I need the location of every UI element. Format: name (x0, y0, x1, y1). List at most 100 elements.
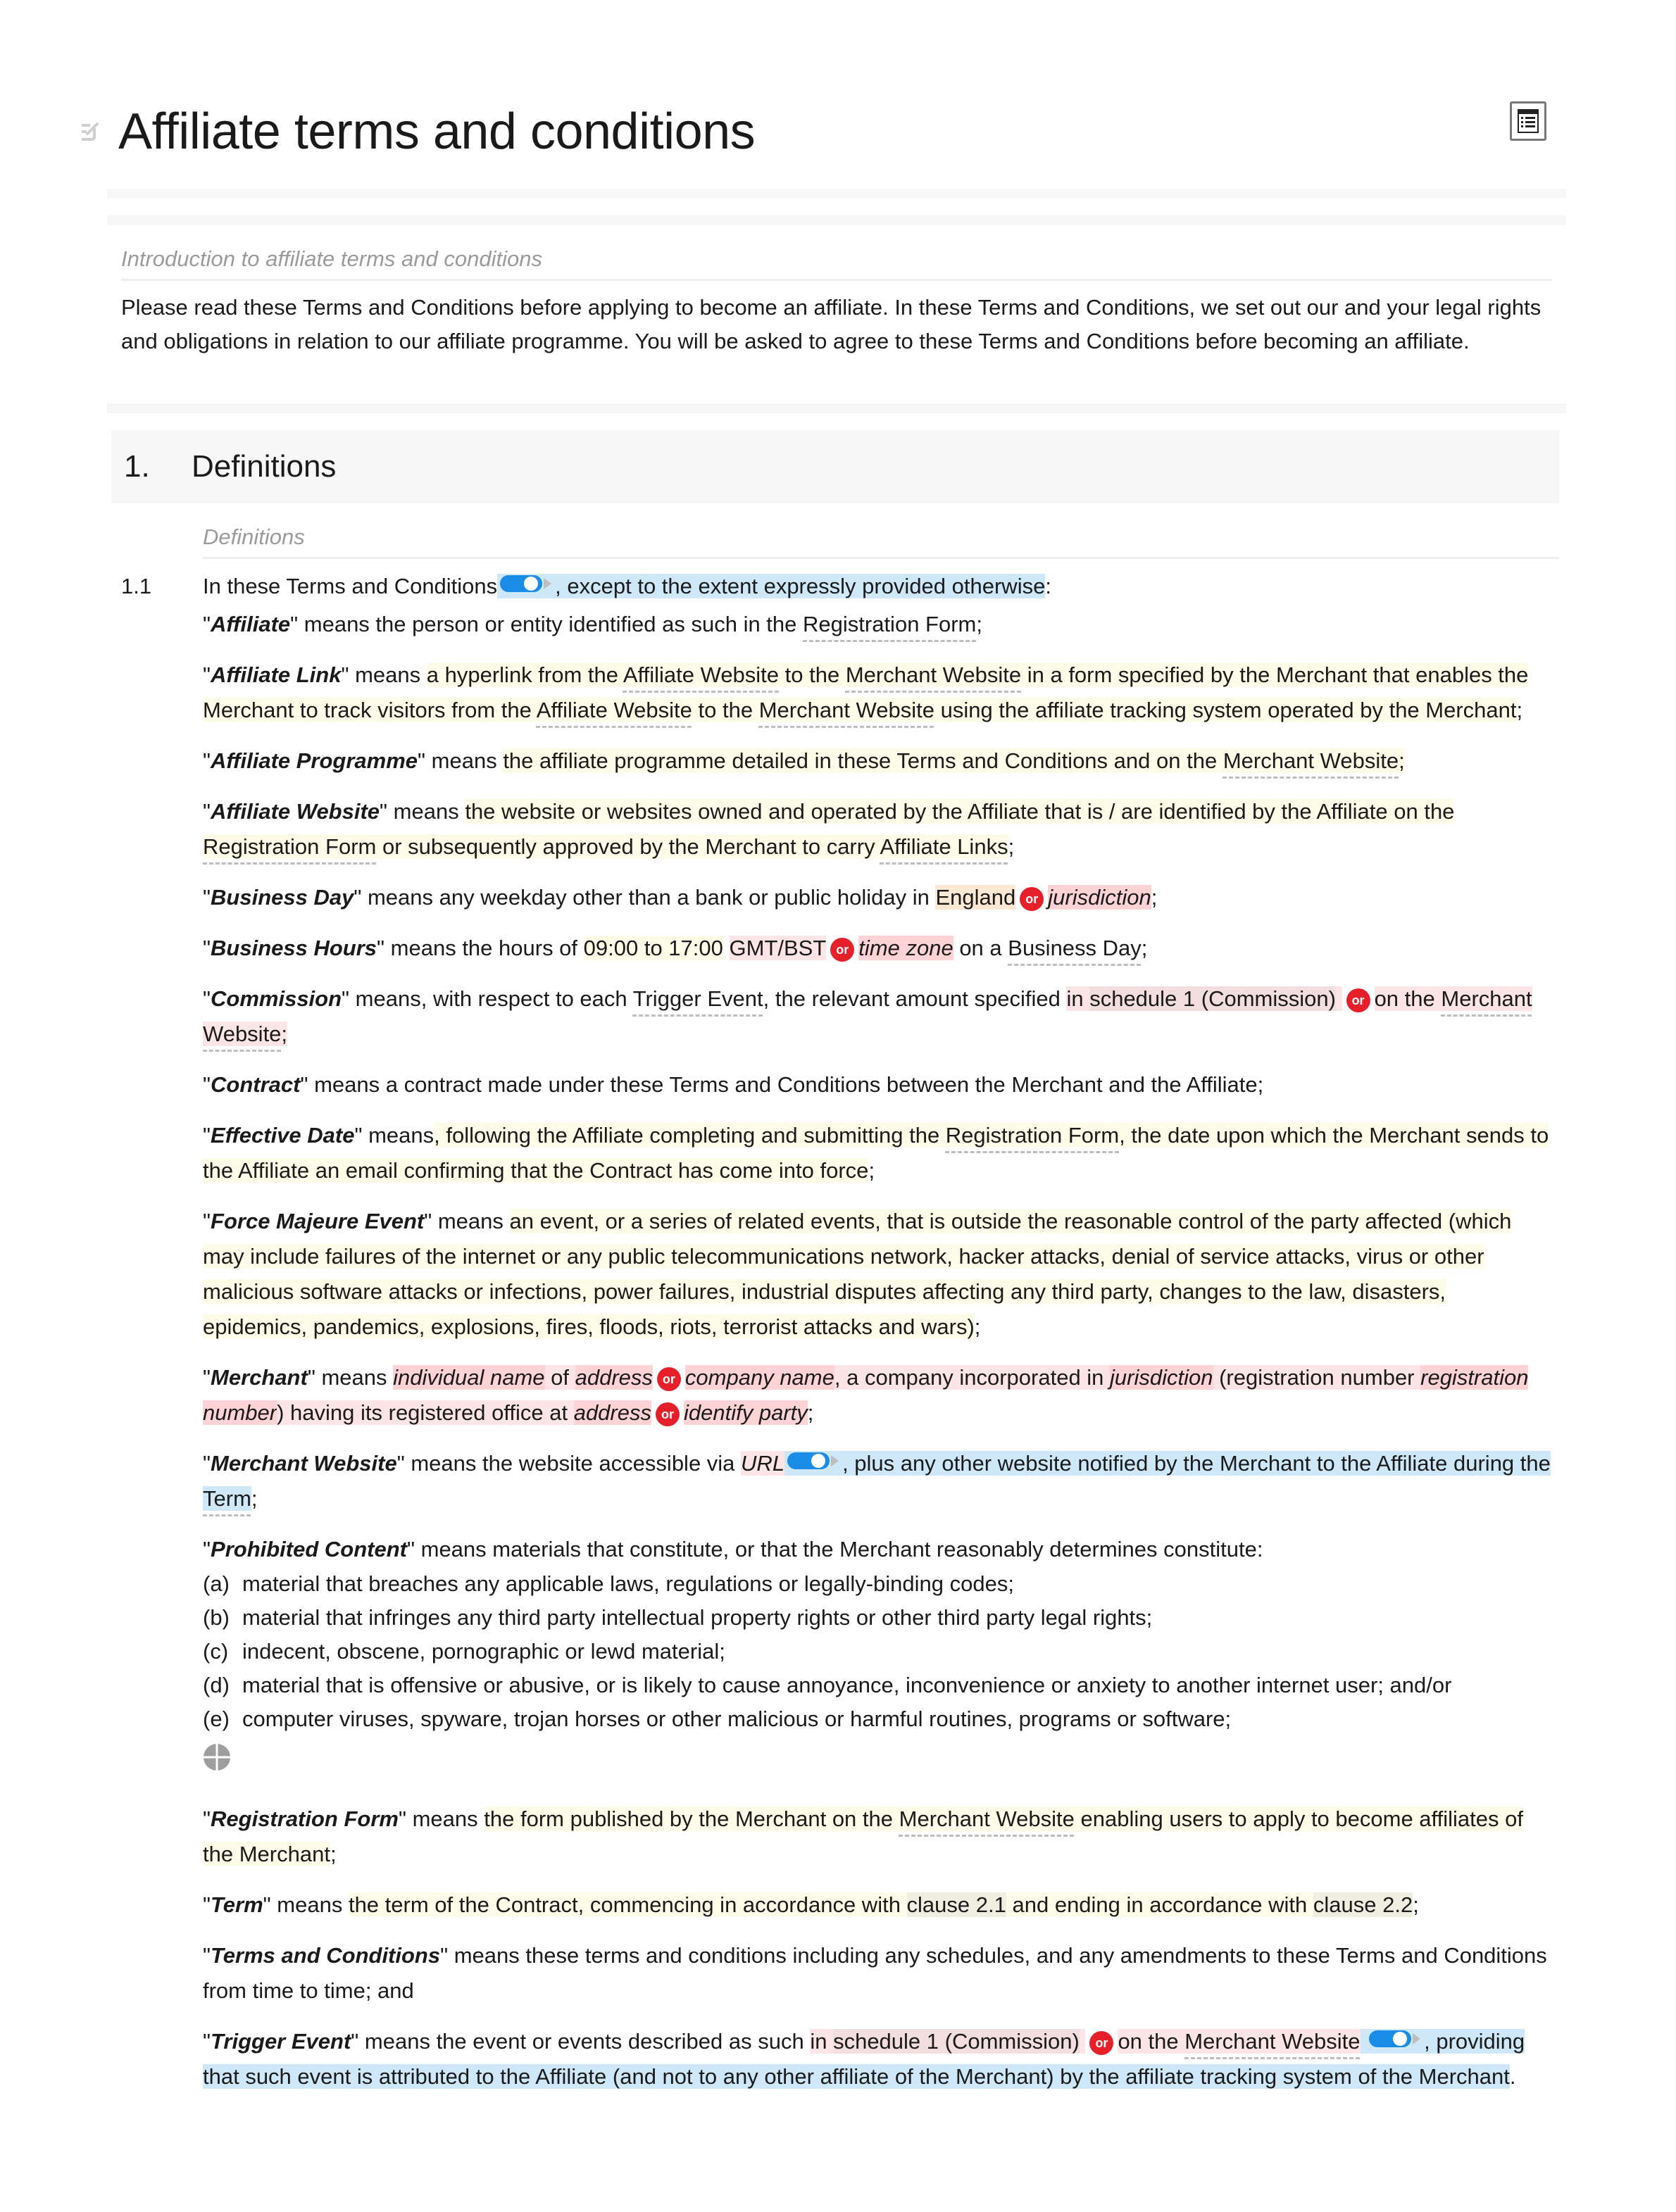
definition-affiliate-programme: "Affiliate Programme" means the affiliat… (203, 748, 1405, 773)
term-reference[interactable]: Merchant Website (759, 698, 934, 722)
term-reference[interactable]: Term (203, 1486, 251, 1511)
option-value[interactable]: in schedule 1 (Commission) (810, 2029, 1086, 2054)
section-heading: 1. Definitions (111, 430, 1559, 503)
definition-terms-and-conditions: "Terms and Conditions" means these terms… (203, 1943, 1547, 2003)
defined-term: Commission (211, 986, 342, 1011)
defined-term: Merchant (211, 1365, 308, 1390)
term-reference[interactable]: Affiliate Website (537, 698, 692, 722)
defined-term: Business Day (211, 885, 354, 910)
defined-term: Terms and Conditions (211, 1943, 441, 1968)
section-number: 1. (124, 449, 150, 484)
option-value[interactable]: in schedule 1 (Commission) (1066, 986, 1342, 1011)
add-circle-icon[interactable] (203, 1743, 231, 1771)
toggle-switch[interactable] (500, 574, 552, 593)
definition-text: the affiliate programme detailed in thes… (503, 748, 1405, 773)
clause-number: 1.1 (121, 574, 152, 598)
or-badge[interactable]: or (1089, 2031, 1114, 2055)
option-value[interactable]: on the Merchant Website (1118, 2029, 1361, 2054)
defined-term: Contract (211, 1072, 301, 1097)
clause-body: In these Terms and Conditions, except to… (203, 569, 1552, 2094)
document-title: Affiliate terms and conditions (118, 103, 756, 160)
definition-prohibited-content: "Prohibited Content" means materials tha… (203, 1532, 1552, 1802)
definition-affiliate: "Affiliate" means the person or entity i… (203, 612, 982, 636)
definition-trigger-event: "Trigger Event" means the event or event… (203, 2029, 1525, 2089)
definition-business-day: "Business Day" means any weekday other t… (203, 885, 1158, 911)
term-reference[interactable]: Affiliate Links (880, 834, 1008, 859)
toggle-switch[interactable] (787, 1451, 839, 1471)
clause-lead: In these Terms and Conditions, except to… (203, 574, 1051, 598)
term-reference[interactable]: Merchant Website (899, 1806, 1075, 1831)
placeholder-field[interactable]: address (573, 1400, 651, 1425)
table-of-contents-button[interactable] (1510, 101, 1546, 141)
list-item: (c) indecent, obscene, pornographic or le… (203, 1639, 725, 1664)
section-sublabel: Definitions (203, 524, 1559, 559)
definition-term: "Term" means the term of the Contract, c… (203, 1892, 1419, 1917)
divider-bar (107, 215, 1566, 225)
document: Affiliate terms and conditions Introduct… (82, 0, 1566, 2110)
defined-term: Term (211, 1892, 263, 1917)
or-badge[interactable]: or (656, 1367, 681, 1391)
divider-bar (107, 403, 1566, 413)
defined-term: Registration Form (211, 1806, 399, 1831)
defined-term: Force Majeure Event (211, 1209, 425, 1233)
term-reference: Merchant Website (1184, 2029, 1361, 2054)
or-badge[interactable]: or (656, 1402, 680, 1426)
defined-term: Affiliate Link (211, 662, 342, 687)
placeholder-field[interactable]: jurisdiction (1048, 885, 1151, 910)
placeholder-field[interactable]: company name (684, 1365, 834, 1390)
term-reference[interactable]: Registration Form (946, 1123, 1119, 1148)
clause-1-1: 1.1 In these Terms and Conditions, excep… (121, 569, 1552, 2094)
intro-paragraph: Please read these Terms and Conditions b… (121, 295, 1541, 353)
definition-merchant: "Merchant" means individual name of addr… (203, 1365, 1529, 1426)
definition-effective-date: "Effective Date" means, following the Af… (203, 1123, 1549, 1183)
term-reference[interactable]: Merchant Website (846, 662, 1021, 687)
list-item: (a) material that breaches any applicable… (203, 1571, 1014, 1596)
term-reference[interactable]: Registration Form (803, 612, 977, 636)
optional-text: , except to the extent expressly provide… (497, 574, 1046, 598)
placeholder-field[interactable]: jurisdiction (1110, 1365, 1213, 1390)
title-row: Affiliate terms and conditions (82, 0, 1566, 183)
term-reference[interactable]: Trigger Event (632, 986, 763, 1011)
placeholder-field[interactable]: address (575, 1365, 653, 1390)
clause-reference[interactable]: clause 2.1 (906, 1892, 1006, 1917)
or-badge[interactable]: or (1346, 988, 1370, 1012)
editable-value[interactable]: 09:00 to 17:00 (583, 936, 723, 960)
clause-reference[interactable]: clause 2.2 (1313, 1892, 1413, 1917)
placeholder-field[interactable]: individual name (393, 1365, 545, 1390)
definition-merchant-website: "Merchant Website" means the website acc… (203, 1451, 1551, 1511)
option-value[interactable]: GMT/BST (729, 936, 827, 960)
term-reference[interactable]: Affiliate Website (623, 662, 779, 687)
section-title: Definitions (192, 449, 337, 484)
defined-term: Affiliate (211, 612, 291, 636)
definition-force-majeure-event: "Force Majeure Event" means an event, or… (203, 1209, 1512, 1339)
list-item: (e) computer viruses, spyware, trojan hor… (203, 1707, 1232, 1731)
term-reference[interactable]: Registration Form (203, 834, 376, 859)
toggle-switch[interactable] (1369, 2029, 1421, 2049)
or-badge[interactable]: or (830, 938, 855, 962)
defined-term: Trigger Event (211, 2029, 351, 2054)
placeholder-field[interactable]: time zone (858, 936, 953, 960)
table-of-contents-icon (1518, 109, 1539, 133)
definition-affiliate-website: "Affiliate Website" means the website or… (203, 799, 1455, 859)
definition-business-hours: "Business Hours" means the hours of 09:0… (203, 936, 1148, 962)
list-item: (b) material that infringes any third par… (203, 1605, 1153, 1630)
defined-term: Affiliate Website (211, 799, 380, 824)
defined-term: Merchant Website (211, 1451, 397, 1476)
term-reference[interactable]: Merchant Website (1223, 748, 1399, 773)
definition-contract: "Contract" means a contract made under t… (203, 1072, 1264, 1097)
defined-term: Affiliate Programme (211, 748, 418, 773)
term-reference[interactable]: Business Day (1008, 936, 1142, 960)
placeholder-field[interactable]: identify party (684, 1400, 808, 1425)
definition-commission: "Commission" means, with respect to each… (203, 986, 1532, 1046)
definition-affiliate-link: "Affiliate Link" means a hyperlink from … (203, 662, 1529, 722)
or-badge[interactable]: or (1020, 887, 1044, 911)
definition-text: the term of the Contract, commencing in … (348, 1892, 1413, 1917)
placeholder-field[interactable]: URL (741, 1451, 785, 1476)
defined-term: Effective Date (211, 1123, 355, 1148)
definition-registration-form: "Registration Form" means the form publi… (203, 1806, 1523, 1866)
option-value[interactable]: England (935, 885, 1016, 910)
divider-bar (107, 189, 1566, 199)
defined-term: Business Hours (211, 936, 377, 960)
edit-icon[interactable] (79, 121, 100, 142)
intro-label: Introduction to affiliate terms and cond… (121, 246, 1552, 281)
